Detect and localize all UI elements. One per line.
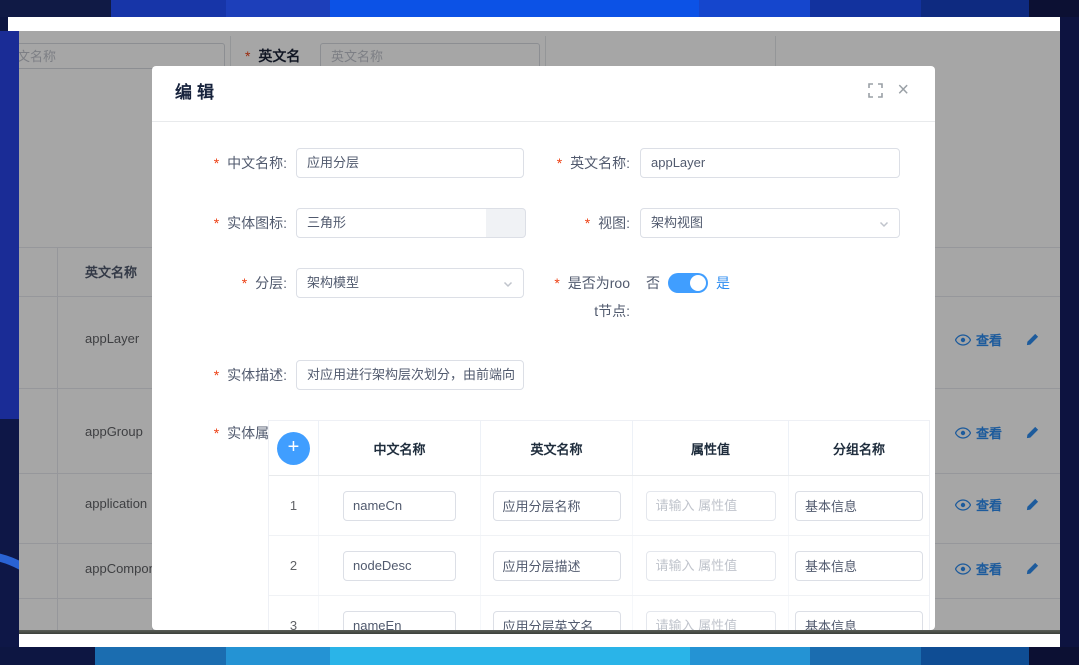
attr-value-input[interactable] bbox=[646, 491, 776, 521]
frame-white-strip bbox=[8, 17, 1060, 31]
chevron-down-icon bbox=[878, 218, 890, 230]
col-header: 英文名称 bbox=[481, 421, 633, 475]
toggle-on-text: 是 bbox=[716, 268, 730, 298]
col-header: 属性值 bbox=[633, 421, 789, 475]
attr-table-row: 3 bbox=[269, 596, 929, 630]
chevron-down-icon bbox=[502, 278, 514, 290]
is-root-toggle[interactable] bbox=[668, 273, 708, 293]
frame-white-strip bbox=[0, 634, 1079, 647]
is-root-label-line1: 是否为roo bbox=[532, 268, 630, 298]
layer-select[interactable]: 架构模型 bbox=[296, 268, 524, 298]
entity-attrs-label: 实体属性: bbox=[152, 418, 287, 448]
name-en-label: 英文名称: bbox=[532, 148, 630, 178]
attr-cn-input[interactable] bbox=[343, 491, 456, 521]
modal-title: 编辑 bbox=[175, 78, 219, 103]
attr-table-row: 1 bbox=[269, 476, 929, 536]
icon-preview-box[interactable] bbox=[486, 208, 526, 238]
frame-right-band bbox=[1060, 17, 1079, 647]
divider bbox=[152, 121, 935, 122]
attr-en-input[interactable] bbox=[493, 491, 621, 521]
view-select[interactable]: 架构视图 bbox=[640, 208, 900, 238]
app-window: 英文名 英文名称 appLayer appGroup application a… bbox=[0, 0, 1079, 665]
attr-table-row: 2 bbox=[269, 536, 929, 596]
attr-cn-input[interactable] bbox=[343, 611, 456, 631]
edit-modal: 编辑 × 中文名称: 应用分层 英文名称: appLayer 实体图标: 三角形… bbox=[152, 66, 935, 630]
attr-value-input[interactable] bbox=[646, 611, 776, 631]
fullscreen-icon[interactable] bbox=[868, 83, 883, 98]
is-root-label-line2: t节点: bbox=[532, 296, 630, 326]
toggle-off-text: 否 bbox=[646, 268, 660, 298]
entity-desc-label: 实体描述: bbox=[152, 360, 287, 390]
add-attr-button[interactable]: + bbox=[277, 432, 310, 465]
row-index: 2 bbox=[269, 536, 319, 595]
name-cn-label: 中文名称: bbox=[152, 148, 287, 178]
entity-desc-field[interactable]: 对应用进行架构层次划分，由前端向 bbox=[296, 360, 524, 390]
attr-cn-input[interactable] bbox=[343, 551, 456, 581]
attr-en-input[interactable] bbox=[493, 611, 621, 631]
row-index: 1 bbox=[269, 476, 319, 535]
entity-icon-field[interactable]: 三角形 bbox=[296, 208, 487, 238]
attr-table-header: + 中文名称 英文名称 属性值 分组名称 bbox=[269, 421, 929, 476]
attr-group-input[interactable] bbox=[795, 491, 923, 521]
entity-icon-label: 实体图标: bbox=[152, 208, 287, 238]
name-cn-field[interactable]: 应用分层 bbox=[296, 148, 524, 178]
layer-label: 分层: bbox=[152, 268, 287, 298]
view-label: 视图: bbox=[532, 208, 630, 238]
frame-bottom-band bbox=[0, 647, 1079, 665]
name-en-field[interactable]: appLayer bbox=[640, 148, 900, 178]
frame-left-band bbox=[0, 31, 19, 647]
attr-group-input[interactable] bbox=[795, 551, 923, 581]
col-header: 中文名称 bbox=[319, 421, 481, 475]
attr-table: + 中文名称 英文名称 属性值 分组名称 1 2 3 bbox=[268, 420, 930, 630]
attr-en-input[interactable] bbox=[493, 551, 621, 581]
close-icon[interactable]: × bbox=[897, 82, 909, 98]
row-index: 3 bbox=[269, 596, 319, 630]
frame-corner bbox=[0, 17, 8, 31]
attr-value-input[interactable] bbox=[646, 551, 776, 581]
frame-top-band bbox=[0, 0, 1079, 17]
col-header: 分组名称 bbox=[789, 421, 929, 475]
attr-group-input[interactable] bbox=[795, 611, 923, 631]
